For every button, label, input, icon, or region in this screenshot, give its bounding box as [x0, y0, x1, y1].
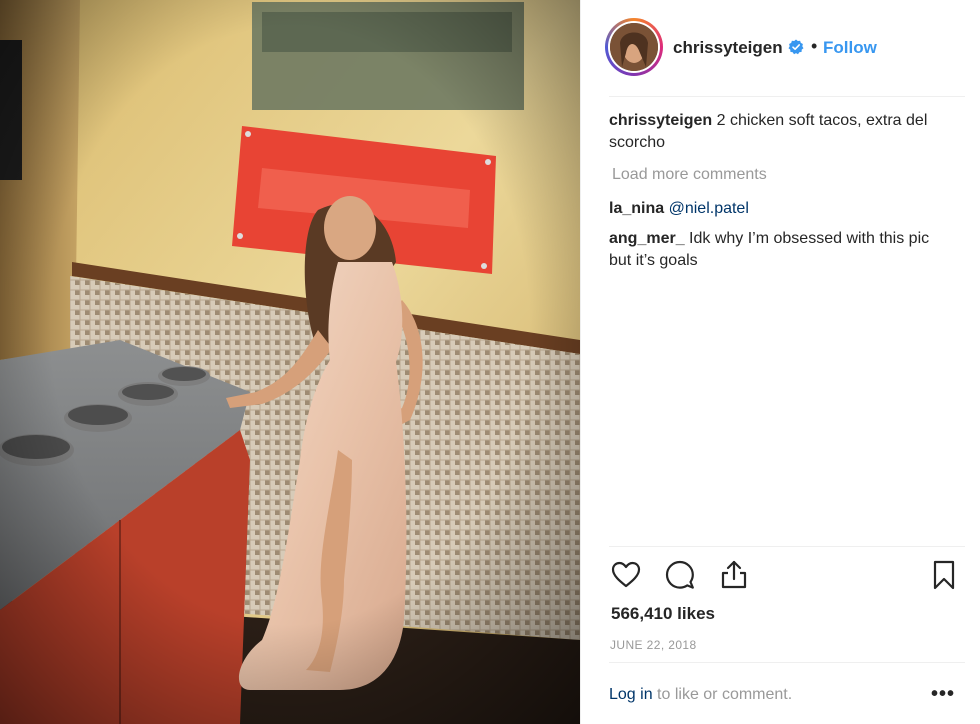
more-options-button[interactable]: ••• — [931, 683, 955, 706]
like-count[interactable]: 566,410 likes — [611, 604, 715, 624]
load-more-comments-button[interactable]: Load more comments — [612, 164, 949, 186]
comment-mention[interactable]: @niel.patel — [669, 200, 749, 217]
follow-button[interactable]: Follow — [823, 38, 877, 58]
post-header: chrissyteigen • Follow — [581, 0, 980, 96]
bookmark-icon[interactable] — [927, 558, 961, 592]
post-date[interactable]: JUNE 22, 2018 — [610, 638, 697, 652]
header-divider — [609, 96, 965, 97]
action-bar — [609, 558, 959, 594]
caption-username[interactable]: chrissyteigen — [609, 112, 712, 129]
comment-username[interactable]: la_nina — [609, 200, 664, 217]
login-prompt: Log in to like or comment. — [609, 686, 792, 704]
caption: chrissyteigen 2 chicken soft tacos, extr… — [609, 110, 949, 154]
post-image — [0, 0, 580, 724]
username-link[interactable]: chrissyteigen — [673, 38, 783, 58]
verified-badge-icon — [788, 39, 804, 55]
footer-divider — [609, 662, 965, 663]
heart-icon[interactable] — [609, 558, 643, 592]
comment-username[interactable]: ang_mer_ — [609, 230, 685, 247]
comment-item: la_nina @niel.patel — [609, 198, 949, 220]
login-link[interactable]: Log in — [609, 686, 653, 703]
share-icon[interactable] — [717, 558, 751, 592]
avatar — [610, 23, 658, 71]
separator-dot: • — [811, 36, 818, 56]
post-sidebar: chrissyteigen • Follow chrissyteigen 2 c… — [580, 0, 980, 724]
avatar-story-ring[interactable] — [605, 18, 663, 76]
actions-divider — [609, 546, 965, 547]
comments-list: chrissyteigen 2 chicken soft tacos, extr… — [609, 110, 949, 272]
login-prompt-text: to like or comment. — [652, 686, 793, 703]
post-photo[interactable] — [0, 0, 580, 724]
comment-icon[interactable] — [663, 558, 697, 592]
comment-item: ang_mer_ Idk why I’m obsessed with this … — [609, 228, 949, 272]
